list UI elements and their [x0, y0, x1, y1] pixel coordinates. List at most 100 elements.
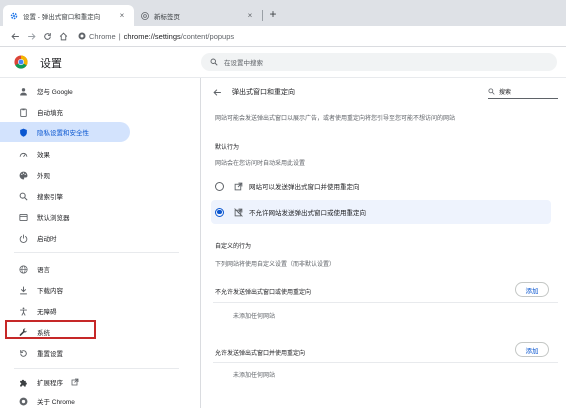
blocked-empty-message: 未添加任何网站 — [233, 314, 276, 320]
reload-button[interactable] — [40, 29, 54, 43]
back-arrow-icon[interactable] — [213, 88, 222, 97]
tab-close-button[interactable]: × — [117, 11, 127, 20]
radio-option-allow[interactable]: 网站可以发送弹出式窗口并使用重定向 — [211, 174, 551, 198]
shield-icon — [18, 127, 28, 137]
browser-window-icon — [18, 212, 28, 222]
sidebar-item-label: 您与 Google — [37, 89, 73, 96]
open-in-new-icon — [71, 378, 79, 386]
address-bar[interactable]: Chrome | chrome://settings/content/popup… — [78, 29, 234, 43]
tab-title: 新标签页 — [154, 13, 180, 21]
puzzle-icon — [18, 377, 28, 387]
forward-button[interactable] — [24, 29, 38, 43]
search-placeholder: 在设置中搜索 — [224, 60, 263, 67]
sidebar: 您与 Google 自动填充 隐私设置和安全性 效果 外观 搜索引擎 默认浏览器… — [0, 78, 195, 408]
arrow-right-icon — [27, 32, 36, 40]
sidebar-item-default-browser[interactable]: 默认浏览器 — [0, 207, 130, 227]
sidebar-item-label: 外观 — [37, 173, 50, 180]
chrome-logo-icon — [18, 396, 28, 406]
sidebar-divider — [14, 252, 179, 253]
sidebar-item-performance[interactable]: 效果 — [0, 144, 130, 164]
tab-strip: 设置 - 弹出式窗口和重定向 × 新标签页 × + — [0, 0, 566, 26]
default-behavior-subtitle: 网站会在您访问时自动采用此设置 — [215, 161, 306, 167]
sidebar-item-appearance[interactable]: 外观 — [0, 165, 130, 185]
sidebar-item-privacy[interactable]: 隐私设置和安全性 — [0, 122, 130, 142]
sidebar-item-label: 扩展程序 — [37, 380, 63, 387]
radio-dot — [217, 209, 222, 215]
palette-icon — [18, 170, 28, 180]
gear-icon — [10, 12, 18, 20]
custom-behavior-subtitle: 下列网站将使用自定义设置（而非默认设置） — [215, 262, 336, 268]
back-button[interactable] — [8, 29, 22, 43]
tab-new-tab[interactable]: 新标签页 × — [134, 5, 262, 26]
highlight-annotation-box — [5, 320, 96, 339]
radio-button-checked[interactable] — [215, 207, 224, 217]
sidebar-item-label: 下载内容 — [37, 288, 63, 295]
allowed-list-heading: 允许发送弹出式窗口并使用重定向 — [215, 351, 306, 357]
radio-button[interactable] — [215, 181, 224, 191]
home-icon — [59, 31, 67, 40]
settings-search-input[interactable]: 在设置中搜索 — [201, 53, 557, 71]
sidebar-item-label: 搜索引擎 — [37, 194, 63, 201]
tab-close-button[interactable]: × — [245, 11, 255, 20]
sidebar-item-accessibility[interactable]: 无障碍 — [0, 301, 130, 321]
blocked-list-heading: 不允许发送弹出式窗口或使用重定向 — [215, 290, 312, 296]
sidebar-item-search-engine[interactable]: 搜索引擎 — [0, 186, 130, 206]
reset-icon — [18, 348, 28, 358]
download-icon — [18, 285, 28, 295]
popups-settings-panel: 弹出式窗口和重定向 搜索 网站可能会发送弹出式窗口以展示广告，或者使用重定向将您… — [201, 78, 566, 408]
sidebar-item-label: 效果 — [37, 152, 50, 159]
url-divider: | — [118, 31, 121, 41]
subpage-title: 弹出式窗口和重定向 — [232, 89, 295, 96]
sidebar-item-languages[interactable]: 语言 — [0, 259, 130, 279]
settings-header: 设置 在设置中搜索 — [0, 47, 566, 77]
blocked-add-button[interactable]: 添加 — [515, 282, 549, 297]
allowed-add-button[interactable]: 添加 — [515, 342, 549, 357]
sidebar-divider — [14, 368, 179, 369]
search-icon — [210, 58, 218, 66]
new-tab-button[interactable]: + — [266, 6, 280, 22]
url-scheme: Chrome — [89, 31, 116, 41]
chrome-logo-icon — [78, 32, 86, 40]
allowed-empty-message: 未添加任何网站 — [233, 373, 276, 379]
chrome-logo-icon — [14, 55, 28, 69]
person-icon — [18, 86, 28, 96]
subpage-header: 弹出式窗口和重定向 搜索 — [213, 84, 558, 100]
search-icon — [488, 88, 495, 95]
list-divider — [213, 362, 558, 363]
sidebar-item-on-startup[interactable]: 启动时 — [0, 228, 130, 248]
arrow-left-icon — [10, 32, 19, 40]
custom-behavior-heading: 自定义的行为 — [215, 244, 252, 250]
tab-title: 设置 - 弹出式窗口和重定向 — [23, 13, 101, 21]
sidebar-item-label: 启动时 — [37, 236, 57, 243]
reload-icon — [43, 32, 51, 40]
sidebar-item-you-and-google[interactable]: 您与 Google — [0, 81, 130, 101]
sidebar-item-label: 自动填充 — [37, 110, 63, 117]
globe-icon — [18, 264, 28, 274]
accessibility-icon — [18, 306, 28, 316]
sidebar-item-reset[interactable]: 重置设置 — [0, 343, 130, 363]
home-button[interactable] — [56, 29, 70, 43]
subpage-search-placeholder: 搜索 — [499, 90, 512, 96]
sidebar-item-label: 语言 — [37, 267, 50, 274]
url-host: chrome://settings — [123, 31, 181, 41]
search-icon — [18, 191, 28, 201]
radio-label: 不允许网站发送弹出式窗口或使用重定向 — [249, 210, 366, 217]
sidebar-item-about-chrome[interactable]: 关于 Chrome — [0, 391, 130, 408]
open-in-new-icon — [234, 182, 243, 191]
speedometer-icon — [18, 149, 28, 159]
clipboard-icon — [18, 107, 28, 117]
sidebar-item-label: 默认浏览器 — [37, 215, 70, 222]
radio-label: 网站可以发送弹出式窗口并使用重定向 — [249, 184, 360, 191]
subpage-search-input[interactable]: 搜索 — [488, 86, 558, 99]
list-divider — [213, 302, 558, 303]
sidebar-item-downloads[interactable]: 下载内容 — [0, 280, 130, 300]
radio-option-block[interactable]: 不允许网站发送弹出式窗口或使用重定向 — [211, 200, 551, 224]
browser-toolbar: Chrome | chrome://settings/content/popup… — [0, 26, 566, 46]
sidebar-item-extensions[interactable]: 扩展程序 — [0, 372, 130, 392]
page-title: 设置 — [40, 58, 62, 70]
sidebar-item-label: 隐私设置和安全性 — [37, 130, 89, 137]
sidebar-item-autofill[interactable]: 自动填充 — [0, 102, 130, 122]
popups-description: 网站可能会发送弹出式窗口以展示广告，或者使用重定向将您引导至您可能不想访问的网站 — [215, 116, 456, 122]
tab-divider — [262, 10, 263, 21]
tab-settings[interactable]: 设置 - 弹出式窗口和重定向 × — [3, 5, 134, 26]
